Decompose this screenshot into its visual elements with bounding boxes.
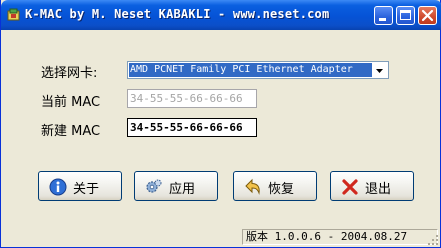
exit-button[interactable]: 退出 (330, 171, 414, 201)
maximize-button[interactable] (396, 6, 415, 25)
adapter-label: 选择网卡: (41, 66, 98, 81)
restore-button-label: 恢复 (268, 182, 295, 197)
about-button-label: 关于 (73, 182, 100, 197)
exit-button-label: 退出 (365, 182, 392, 197)
about-button[interactable]: 关于 (38, 171, 122, 201)
chevron-down-icon (376, 69, 383, 73)
current-mac-label: 当前 MAC (41, 95, 101, 110)
adapter-dropdown-button[interactable] (372, 63, 387, 77)
restore-button[interactable]: 恢复 (233, 171, 317, 201)
status-bar: 版本 1.0.0.6 - 2004.08.27 (1, 228, 440, 247)
new-mac-label: 新建 MAC (41, 124, 101, 139)
title-bar[interactable]: K-MAC by M. Neset KABAKLI - www.neset.co… (1, 0, 441, 30)
info-icon (49, 178, 67, 196)
app-icon (7, 8, 20, 21)
version-status: 版本 1.0.0.6 - 2004.08.27 (242, 229, 438, 245)
main-window: K-MAC by M. Neset KABAKLI - www.neset.co… (0, 0, 441, 248)
minimize-button[interactable] (374, 6, 393, 25)
maximize-icon (400, 10, 411, 20)
gear-icon (146, 179, 162, 193)
undo-arrow-icon (245, 178, 260, 195)
x-icon (342, 179, 358, 195)
new-mac-input[interactable]: 34-55-55-66-66-66 (127, 118, 257, 137)
minimize-icon (379, 18, 386, 21)
apply-button[interactable]: 应用 (134, 171, 218, 201)
current-mac-field: 34-55-55-66-66-66 (127, 89, 257, 108)
close-button[interactable] (418, 6, 437, 25)
resize-grip-icon[interactable] (427, 234, 439, 246)
adapter-select[interactable]: AMD PCNET Family PCI Ethernet Adapter (127, 61, 389, 79)
close-icon (421, 9, 434, 22)
adapter-selected-value: AMD PCNET Family PCI Ethernet Adapter (129, 63, 372, 77)
apply-button-label: 应用 (169, 182, 196, 197)
window-title: K-MAC by M. Neset KABAKLI - www.neset.co… (25, 7, 330, 21)
